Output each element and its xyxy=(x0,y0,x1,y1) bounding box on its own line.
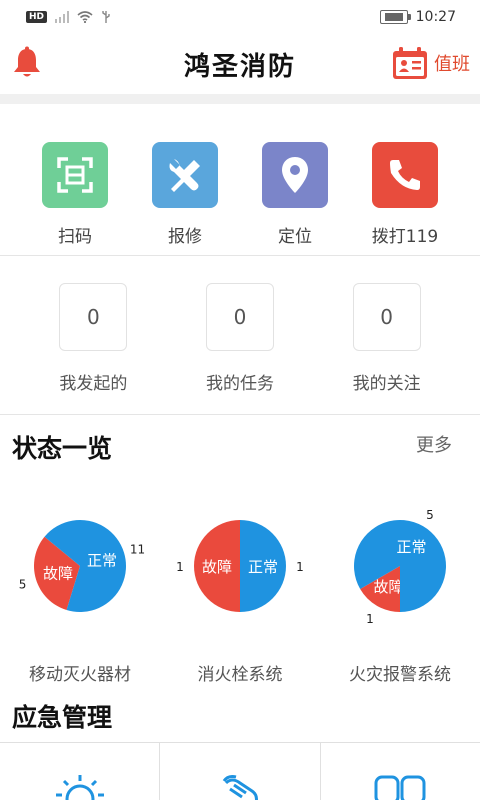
pie-value-label: 1 xyxy=(176,560,184,574)
task-count: 0 xyxy=(205,283,274,351)
hd-badge: HD xyxy=(26,11,48,23)
scan-label: 扫码 xyxy=(58,227,92,247)
emergency-section-title: 应急管理 xyxy=(12,703,113,732)
duty-label: 值班 xyxy=(434,54,470,75)
bell-icon[interactable] xyxy=(12,46,42,80)
status-section-title: 状态一览 xyxy=(12,434,113,463)
location-pin-icon xyxy=(282,157,308,193)
chart-title: 消火栓系统 xyxy=(197,665,283,685)
pie-slice-label: 故障 xyxy=(373,578,403,596)
signal-icon xyxy=(55,11,70,23)
task-initiated[interactable]: 0 我发起的 xyxy=(33,283,153,394)
pie-chart: 故障 5 正常 11 xyxy=(19,520,145,612)
repair-action-tile xyxy=(152,142,218,208)
task-label: 我的任务 xyxy=(205,374,274,394)
usb-icon xyxy=(102,11,110,23)
task-summary: 0 我发起的 0 我的任务 0 我的关注 xyxy=(0,283,480,394)
locate-label: 定位 xyxy=(278,227,312,247)
call-119-action[interactable]: 拨打119 xyxy=(360,142,450,247)
task-count: 0 xyxy=(59,283,128,351)
pie-chart: 故障 1 正常 1 xyxy=(176,520,304,612)
status-left: HD xyxy=(26,10,111,24)
book-icon xyxy=(374,775,426,800)
chart-extinguisher[interactable]: 故障 5 正常 11 移动灭火器材 xyxy=(0,500,160,690)
emergency-item[interactable] xyxy=(160,743,321,800)
pie-chart: 故障 1 正常 5 xyxy=(354,508,446,626)
chart-hydrant[interactable]: 故障 1 正常 1 消火栓系统 xyxy=(160,500,320,690)
task-count: 0 xyxy=(352,283,421,351)
locate-action[interactable]: 定位 xyxy=(250,142,340,247)
pie-value-label: 1 xyxy=(366,612,374,626)
emergency-item[interactable] xyxy=(0,743,161,800)
more-link[interactable]: 更多 xyxy=(416,431,452,457)
call-label: 拨打119 xyxy=(371,227,439,247)
tools-icon xyxy=(169,159,200,192)
divider xyxy=(0,255,480,256)
calendar-card-icon xyxy=(393,47,427,79)
status-charts: 故障 5 正常 11 移动灭火器材 故障 1 正常 1 消火栓系统 故障 1 正常 5 火灾报警系… xyxy=(0,500,480,690)
emergency-grid xyxy=(0,742,480,800)
pie-value-label: 5 xyxy=(19,577,27,591)
hand-tap-icon xyxy=(222,775,258,800)
quick-actions: 扫码 报修 定位 拨打119 xyxy=(0,142,480,247)
pie-slice-label: 正常 xyxy=(87,551,117,569)
wifi-icon xyxy=(77,11,93,23)
clock: 10:27 xyxy=(415,9,456,25)
pie-value-label: 11 xyxy=(130,543,145,557)
duty-button[interactable]: 值班 xyxy=(392,46,470,80)
task-mine[interactable]: 0 我的任务 xyxy=(180,283,300,394)
chart-alarm[interactable]: 故障 1 正常 5 火灾报警系统 xyxy=(320,500,480,690)
scan-action-tile xyxy=(42,142,108,208)
task-label: 我发起的 xyxy=(59,374,128,394)
pie-value-label: 1 xyxy=(296,560,304,574)
pie-slice-label: 正常 xyxy=(248,558,278,576)
status-right: 10:27 xyxy=(379,9,456,25)
repair-action[interactable]: 报修 xyxy=(140,142,230,247)
divider xyxy=(0,414,480,415)
battery-icon xyxy=(379,10,411,24)
sun-light-icon xyxy=(55,775,104,800)
call-action-tile xyxy=(372,142,438,208)
task-label: 我的关注 xyxy=(352,374,421,394)
repair-label: 报修 xyxy=(168,227,202,247)
status-bar: HD 10:27 xyxy=(0,0,480,34)
phone-icon xyxy=(390,160,420,190)
header-divider xyxy=(0,94,480,104)
pie-slice-label: 正常 xyxy=(396,538,426,556)
chart-title: 移动灭火器材 xyxy=(29,665,131,685)
pie-slice-label: 故障 xyxy=(202,558,232,576)
emergency-item[interactable] xyxy=(321,743,480,800)
chart-title: 火灾报警系统 xyxy=(349,665,451,685)
scan-icon xyxy=(57,157,93,193)
scan-action[interactable]: 扫码 xyxy=(30,142,120,247)
pie-value-label: 5 xyxy=(426,508,434,522)
task-followed[interactable]: 0 我的关注 xyxy=(327,283,447,394)
app-header: 鸿圣消防 值班 xyxy=(0,34,480,94)
locate-action-tile xyxy=(262,142,328,208)
pie-slice-label: 故障 xyxy=(43,565,73,583)
page-title: 鸿圣消防 xyxy=(183,51,296,82)
